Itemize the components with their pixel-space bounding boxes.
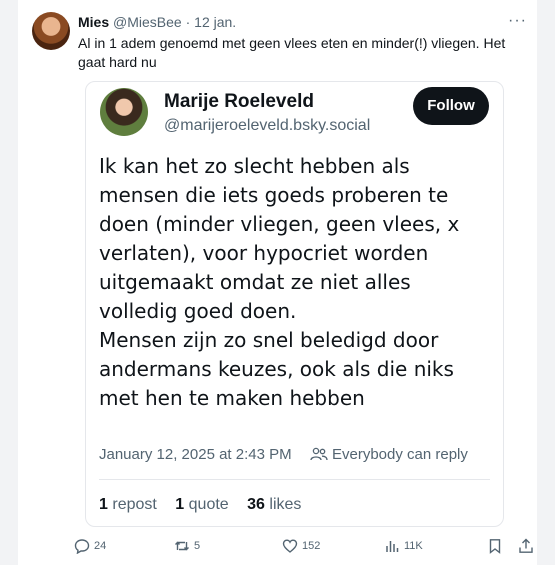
embed-meta: January 12, 2025 at 2:43 PM Everybody ca… bbox=[99, 446, 468, 463]
tweet-date[interactable]: 12 jan. bbox=[194, 14, 236, 30]
embed-avatar[interactable] bbox=[100, 88, 148, 136]
share-icon bbox=[519, 538, 533, 553]
likes-stat[interactable]: 36 likes bbox=[247, 496, 301, 513]
share-action[interactable] bbox=[518, 538, 534, 554]
follow-button[interactable]: Follow bbox=[413, 87, 489, 125]
embedded-post[interactable]: Marije Roeleveld @marijeroeleveld.bsky.s… bbox=[85, 81, 504, 527]
quote-stat[interactable]: 1 quote bbox=[175, 496, 228, 513]
header-separator: · bbox=[181, 14, 195, 30]
quote-count: 1 bbox=[175, 496, 185, 513]
likes-count: 36 bbox=[247, 496, 265, 513]
views-icon bbox=[386, 541, 399, 552]
tweet-header: Mies @MiesBee · 12 jan. bbox=[78, 14, 236, 30]
repost-count: 1 bbox=[99, 496, 108, 513]
author-handle[interactable]: @MiesBee bbox=[113, 14, 182, 30]
likes-label: likes bbox=[269, 496, 302, 513]
quote-label: quote bbox=[188, 496, 229, 513]
embed-divider bbox=[99, 479, 490, 480]
reply-action[interactable]: 24 bbox=[74, 538, 106, 554]
embed-timestamp[interactable]: January 12, 2025 at 2:43 PM bbox=[99, 446, 292, 463]
tweet-text: Al in 1 adem genoemd met geen vlees eten… bbox=[78, 35, 506, 70]
like-count: 152 bbox=[302, 540, 321, 552]
views-action[interactable]: 11K bbox=[384, 538, 423, 554]
like-action[interactable]: 152 bbox=[282, 538, 320, 554]
bookmark-action[interactable] bbox=[487, 538, 503, 554]
reply-count: 24 bbox=[94, 540, 107, 552]
author-name[interactable]: Mies bbox=[78, 14, 109, 30]
retweet-icon bbox=[175, 541, 189, 551]
tweet-card: Mies @MiesBee · 12 jan. ··· Al in 1 adem… bbox=[18, 0, 537, 565]
retweet-action[interactable]: 5 bbox=[174, 538, 200, 554]
embed-author-handle[interactable]: @marijeroeleveld.bsky.social bbox=[164, 117, 370, 135]
action-bar: 24 5 152 11K bbox=[74, 538, 544, 558]
people-icon bbox=[310, 447, 328, 461]
author-avatar[interactable] bbox=[32, 12, 70, 50]
repost-stat[interactable]: 1 repost bbox=[99, 496, 157, 513]
repost-label: repost bbox=[112, 496, 157, 513]
bookmark-icon bbox=[489, 539, 501, 554]
views-count: 11K bbox=[404, 540, 423, 552]
embed-paragraph: Ik kan het zo slecht hebben als mensen d… bbox=[99, 154, 460, 323]
heart-icon bbox=[282, 539, 298, 553]
embed-paragraph: Mensen zijn zo snel beledigd door anderm… bbox=[99, 328, 454, 410]
reply-setting: Everybody can reply bbox=[331, 446, 468, 463]
embed-author-name[interactable]: Marije Roeleveld bbox=[164, 91, 314, 113]
more-options-icon[interactable]: ··· bbox=[508, 12, 527, 30]
embed-stats: 1 repost 1 quote 36 likes bbox=[99, 496, 315, 514]
embed-body: Ik kan het zo slecht hebben als mensen d… bbox=[99, 152, 494, 413]
reply-icon bbox=[74, 539, 90, 554]
retweet-count: 5 bbox=[194, 540, 201, 552]
